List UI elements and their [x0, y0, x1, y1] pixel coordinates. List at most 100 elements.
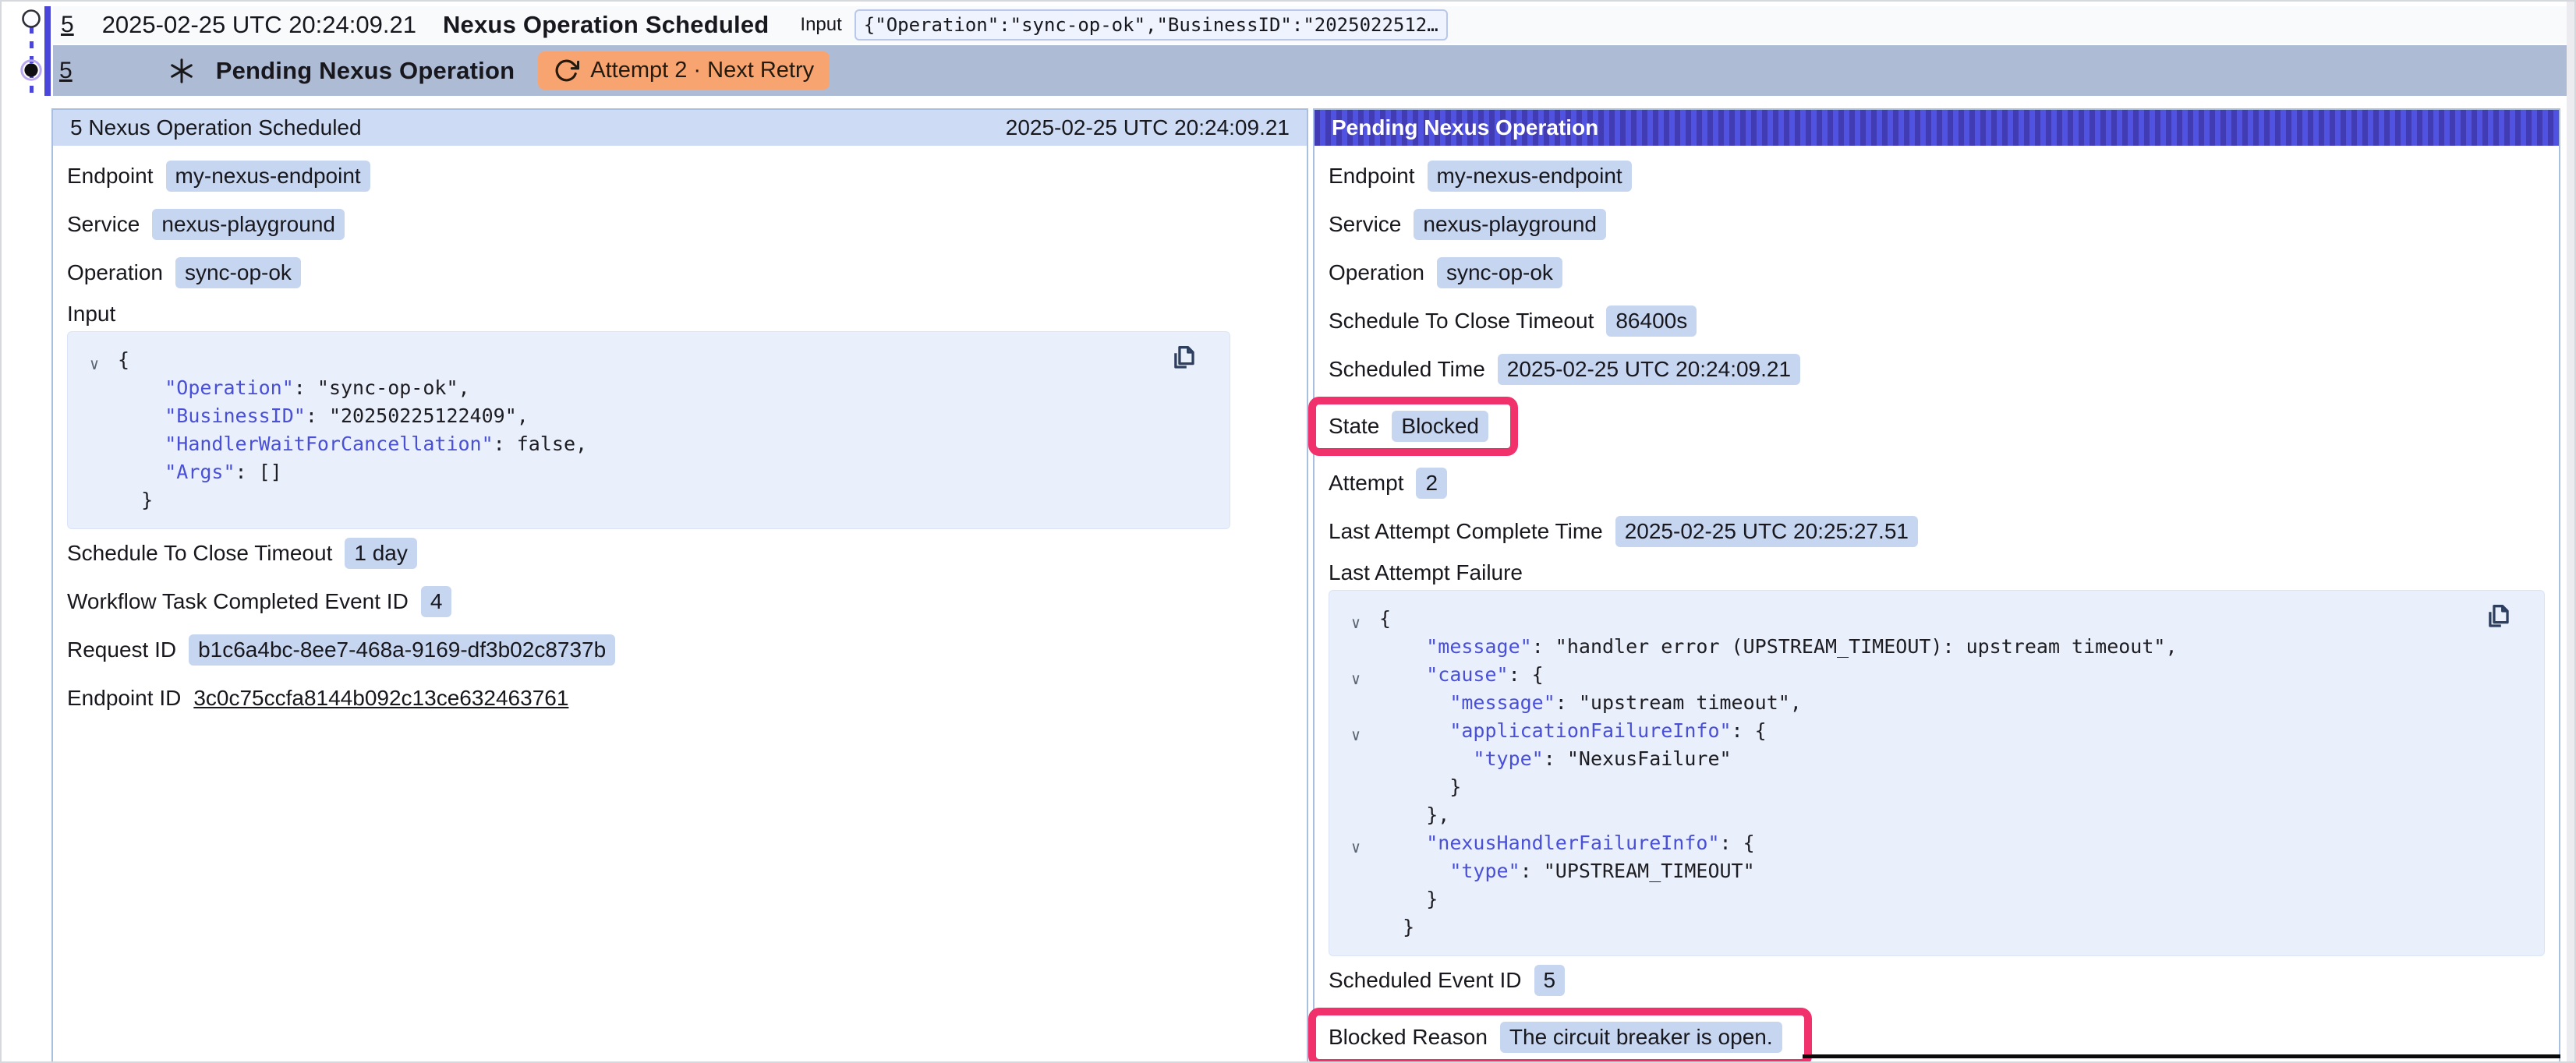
field-label: Last Attempt Failure — [1329, 560, 1523, 585]
input-label: Input — [800, 14, 841, 36]
field-label-row: Last Attempt Failure — [1329, 556, 2545, 590]
pending-title: Pending Nexus Operation — [216, 57, 515, 85]
field-value-chip: 86400s — [1606, 305, 1697, 337]
pending-operation-panel-body: Endpoint my-nexus-endpoint Service nexus-pl… — [1315, 146, 2559, 1063]
retry-icon — [554, 58, 579, 83]
input-preview-chip[interactable]: {"Operation":"sync-op-ok","BusinessID":"… — [855, 9, 1448, 41]
field-row: Service nexus-playground — [67, 200, 1293, 249]
json-line: } — [1379, 773, 2528, 801]
field-label-row: Input — [67, 297, 1293, 331]
field-row: Schedule To Close Timeout 1 day — [67, 529, 1293, 577]
pending-operation-row[interactable]: 5 Pending Nexus Operation Attempt 2 · Ne… — [53, 45, 2567, 96]
field-label: Workflow Task Completed Event ID — [67, 589, 409, 614]
json-line: "Args": [] — [118, 458, 1214, 486]
collapse-chevron-icon[interactable]: ∨ — [1351, 721, 1361, 749]
field-label: Service — [1329, 212, 1401, 237]
field-row: Service nexus-playground — [1329, 200, 2545, 249]
field-label: Endpoint ID — [67, 686, 181, 711]
field-label: Operation — [1329, 260, 1424, 285]
field-value-chip: my-nexus-endpoint — [166, 161, 370, 192]
field-row: Endpoint ID 3c0c75ccfa8144b092c13ce632463… — [67, 674, 1293, 722]
json-viewer: ∨{ "Operation": "sync-op-ok", "BusinessI… — [67, 331, 1230, 529]
field-row: Endpointmy-nexus-endpoint — [67, 152, 1293, 200]
field-value-chip: 1 day — [345, 538, 417, 569]
field-value-chip: my-nexus-endpoint — [1428, 161, 1632, 192]
field-label: Service — [67, 212, 140, 237]
pending-asterisk-icon — [168, 57, 196, 85]
field-row: Blocked Reason The circuit breaker is ope… — [1329, 1015, 1782, 1059]
field-row: Schedule To Close Timeout 86400s — [1329, 297, 2545, 345]
panel-timestamp: 2025-02-25 UTC 20:24:09.21 — [1006, 115, 1290, 140]
timeline-active-bar — [44, 6, 51, 96]
event-summary-row[interactable]: 5 2025-02-25 UTC 20:24:09.21 Nexus Opera… — [53, 6, 2567, 44]
json-line: ∨ "applicationFailureInfo": { — [1379, 717, 2528, 745]
event-timestamp: 2025-02-25 UTC 20:24:09.21 — [102, 11, 416, 39]
scheduled-event-panel-body: Endpointmy-nexus-endpoint Service nexus-pl… — [53, 146, 1307, 722]
collapse-chevron-icon[interactable]: ∨ — [1351, 665, 1361, 693]
timeline-filled-circle-icon — [20, 59, 42, 85]
field-value-chip: 4 — [421, 586, 452, 617]
scheduled-event-panel-header: 5 Nexus Operation Scheduled 2025-02-25 U… — [53, 110, 1307, 146]
scrollbar-track[interactable] — [2567, 2, 2576, 1063]
field-label: Schedule To Close Timeout — [67, 541, 332, 566]
field-row: Attempt2 — [1329, 459, 2545, 507]
field-row: Workflow Task Completed Event ID 4 — [67, 577, 1293, 626]
json-line: "message": "handler error (UPSTREAM_TIME… — [1379, 633, 2528, 661]
json-line: } — [118, 486, 1214, 514]
panel-bottom-edge — [1803, 1054, 2560, 1058]
json-line: } — [1379, 913, 2528, 941]
event-history-view: 5 2025-02-25 UTC 20:24:09.21 Nexus Opera… — [0, 0, 2576, 1063]
field-row: Last Attempt Complete Time 2025-02-25 UTC… — [1329, 507, 2545, 556]
panel-title: Pending Nexus Operation — [1332, 115, 1598, 140]
json-line: ∨ "cause": { — [1379, 661, 2528, 689]
field-row: State Blocked — [1329, 404, 1488, 448]
field-label: Request ID — [67, 637, 176, 662]
collapse-chevron-icon[interactable]: ∨ — [1351, 833, 1361, 861]
json-line: ∨ "nexusHandlerFailureInfo": { — [1379, 829, 2528, 857]
json-line: ∨{ — [1379, 605, 2528, 633]
event-id-link[interactable]: 5 — [61, 12, 74, 38]
field-value-chip: sync-op-ok — [175, 257, 301, 288]
field-label: Scheduled Time — [1329, 357, 1485, 382]
field-label: Attempt — [1329, 471, 1403, 496]
pending-event-id-link[interactable]: 5 — [59, 58, 73, 84]
field-value-chip: sync-op-ok — [1437, 257, 1562, 288]
field-row: Scheduled Event ID 5 — [1329, 956, 2545, 1005]
json-line: "Operation": "sync-op-ok", — [118, 374, 1214, 402]
json-line: "type": "NexusFailure" — [1379, 745, 2528, 773]
field-value-chip: The circuit breaker is open. — [1500, 1022, 1782, 1053]
endpoint-id-link[interactable]: 3c0c75ccfa8144b092c13ce632463761 — [193, 686, 568, 711]
field-value-chip: 2025-02-25 UTC 20:24:09.21 — [1498, 354, 1800, 385]
scheduled-event-panel: 5 Nexus Operation Scheduled 2025-02-25 U… — [51, 108, 1308, 1063]
field-row: Request IDb1c6a4bc-8ee7-468a-9169-df3b02… — [67, 626, 1293, 674]
field-row: Endpoint my-nexus-endpoint — [1329, 152, 2545, 200]
field-label: Last Attempt Complete Time — [1329, 519, 1603, 544]
field-row: Operationsync-op-ok — [67, 249, 1293, 297]
field-label: Schedule To Close Timeout — [1329, 309, 1594, 334]
field-value-chip: 2025-02-25 UTC 20:25:27.51 — [1615, 516, 1918, 547]
collapse-chevron-icon[interactable]: ∨ — [90, 350, 99, 378]
field-row: Operation sync-op-ok — [1329, 249, 2545, 297]
field-value-chip: Blocked — [1392, 411, 1488, 442]
highlight-annotation: State Blocked — [1308, 397, 1518, 456]
pending-operation-panel-header: Pending Nexus Operation — [1315, 110, 2559, 146]
json-line: "BusinessID": "20250225122409", — [118, 402, 1214, 430]
json-line: ∨{ — [118, 346, 1214, 374]
field-label: Scheduled Event ID — [1329, 968, 1522, 993]
json-viewer: ∨{ "message": "handler error (UPSTREAM_T… — [1329, 590, 2545, 956]
retry-badge-label: Attempt 2 · Next Retry — [590, 58, 814, 83]
collapse-chevron-icon[interactable]: ∨ — [1351, 609, 1361, 637]
field-label: State — [1329, 414, 1379, 439]
timeline-open-circle-icon — [20, 8, 42, 34]
field-label: Endpoint — [1329, 164, 1415, 189]
json-line: "type": "UPSTREAM_TIMEOUT" — [1379, 857, 2528, 885]
field-label: Input — [67, 302, 115, 327]
retry-badge: Attempt 2 · Next Retry — [538, 51, 830, 90]
panel-title: 5 Nexus Operation Scheduled — [70, 115, 362, 140]
json-line: "message": "upstream timeout", — [1379, 689, 2528, 717]
pending-operation-panel: Pending Nexus Operation Endpoint my-nexus… — [1313, 108, 2560, 1063]
field-value-chip: 5 — [1534, 965, 1566, 996]
field-value-chip: nexus-playground — [152, 209, 345, 240]
field-value-chip: nexus-playground — [1414, 209, 1606, 240]
field-label: Blocked Reason — [1329, 1025, 1488, 1050]
